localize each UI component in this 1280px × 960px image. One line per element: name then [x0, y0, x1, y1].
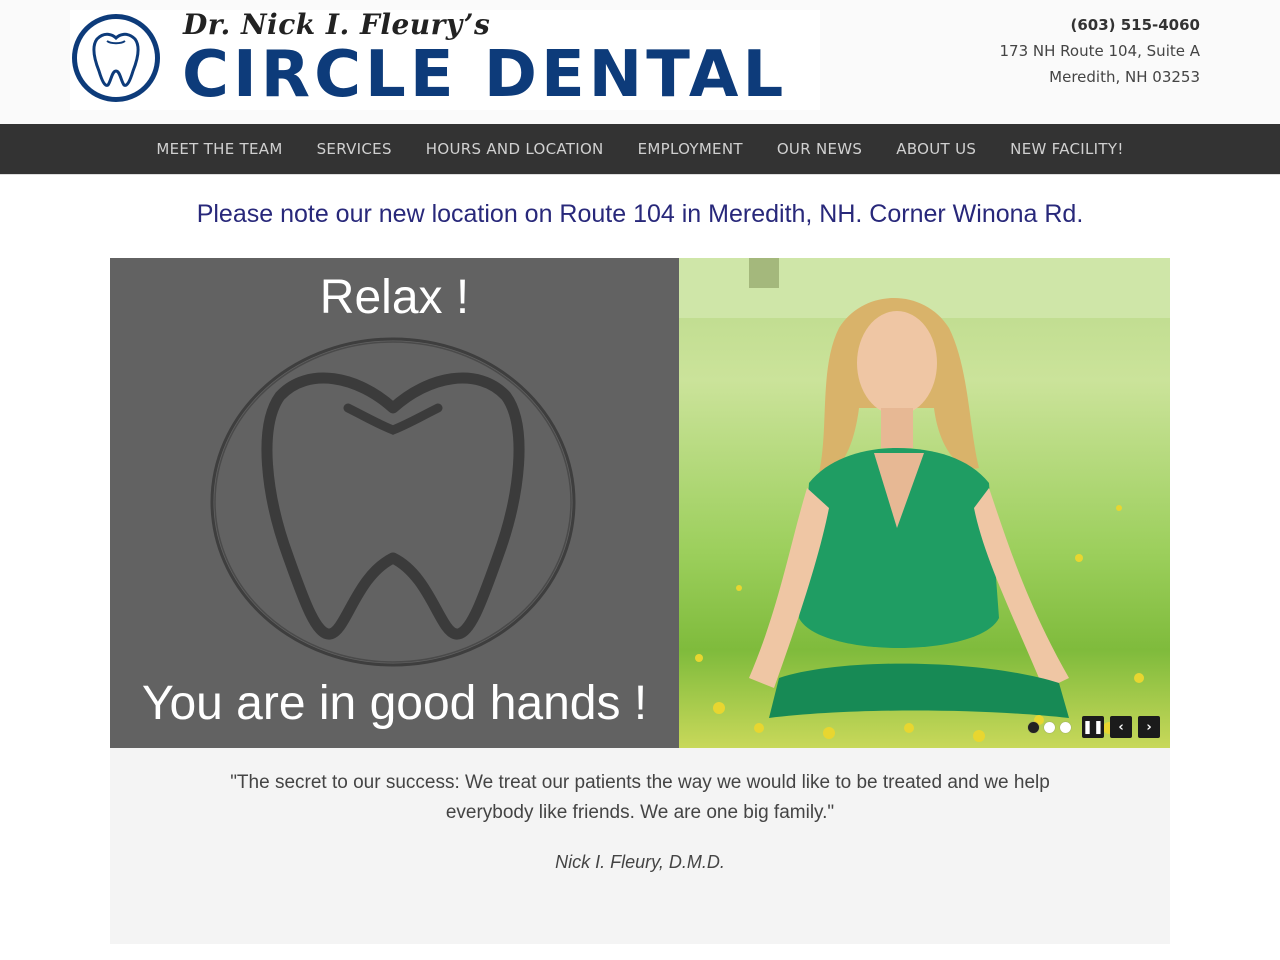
image-slider[interactable]: Relax ! You are in good hands ! ❚❚ ‹ ›: [110, 258, 1170, 748]
slider-dot-3[interactable]: [1060, 721, 1071, 733]
site-header: Dr. Nick I. Fleury’s CIRCLE DENTAL (603)…: [0, 0, 1280, 124]
nav-item-our-news[interactable]: OUR NEWS: [760, 124, 879, 174]
nav-item-employment[interactable]: EMPLOYMENT: [621, 124, 760, 174]
slider-dot-2[interactable]: [1044, 721, 1055, 733]
address-line-2: Meredith, NH 03253: [1049, 68, 1200, 86]
address-line-1: 173 NH Route 104, Suite A: [999, 42, 1200, 60]
slide-heading: Relax !: [319, 271, 470, 324]
nav-item-about-us[interactable]: ABOUT US: [879, 124, 993, 174]
nav-item-services[interactable]: SERVICES: [300, 124, 409, 174]
chevron-left-icon[interactable]: ‹: [1110, 716, 1132, 738]
pause-icon[interactable]: ❚❚: [1082, 716, 1104, 738]
meditating-woman-image: [679, 258, 1170, 742]
testimonial-author: Nick I. Fleury, D.M.D.: [555, 852, 725, 872]
nav-item-meet-the-team[interactable]: MEET THE TEAM: [139, 124, 299, 174]
logo-doctor-name: Dr. Nick I. Fleury’s: [183, 8, 491, 41]
tooth-outline-icon: [210, 337, 576, 667]
location-notice: Please note our new location on Route 10…: [196, 200, 1084, 228]
logo-practice-name: CIRCLE DENTAL: [182, 38, 788, 112]
site-logo[interactable]: Dr. Nick I. Fleury’s CIRCLE DENTAL: [70, 8, 820, 112]
slider-controls: ❚❚ ‹ ›: [1028, 716, 1160, 738]
slide-photo: [679, 258, 1170, 748]
chevron-right-icon[interactable]: ›: [1138, 716, 1160, 738]
slider-dot-1[interactable]: [1028, 721, 1039, 733]
nav-item-hours-and-location[interactable]: HOURS AND LOCATION: [409, 124, 621, 174]
slide-caption: You are in good hands !: [141, 677, 648, 730]
contact-info: (603) 515-4060 173 NH Route 104, Suite A…: [1000, 12, 1200, 90]
testimonial-section: "The secret to our success: We treat our…: [110, 748, 1170, 944]
slide-text-panel: Relax ! You are in good hands !: [110, 258, 679, 748]
nav-item-new-facility[interactable]: NEW FACILITY!: [993, 124, 1140, 174]
testimonial-quote: "The secret to our success: We treat our…: [230, 772, 1050, 823]
tooth-logo-icon: [72, 14, 160, 102]
phone-number[interactable]: (603) 515-4060: [1000, 12, 1200, 38]
main-nav: MEET THE TEAM SERVICES HOURS AND LOCATIO…: [0, 124, 1280, 175]
